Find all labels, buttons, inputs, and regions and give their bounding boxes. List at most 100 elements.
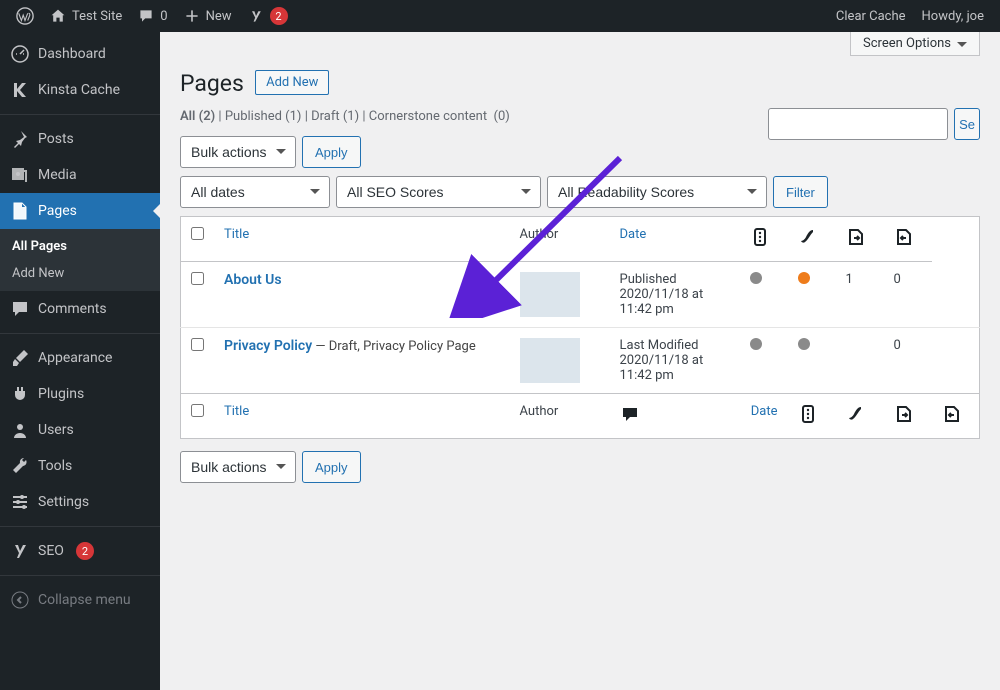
outgoing-links-icon: [894, 227, 914, 247]
row-status: Published: [620, 272, 677, 287]
menu-settings[interactable]: Settings: [0, 484, 160, 520]
page-title: Pages: [180, 70, 244, 97]
row-status: Last Modified: [620, 338, 699, 353]
menu-users[interactable]: Users: [0, 412, 160, 448]
incoming-links-icon: [846, 227, 866, 247]
pin-icon: [10, 129, 30, 149]
table-row: Privacy Policy — Draft, Privacy Policy P…: [181, 328, 980, 394]
row-date: 2020/11/18 at 11:42 pm: [620, 287, 704, 317]
user-icon: [10, 420, 30, 440]
readability-dot: [798, 272, 810, 284]
seo-score-dot: [750, 338, 762, 350]
seo-score-select[interactable]: All SEO Scores: [336, 176, 541, 208]
date-filter-select[interactable]: All dates: [180, 176, 330, 208]
seo-score-dot: [750, 272, 762, 284]
screen-options-toggle[interactable]: Screen Options: [850, 32, 980, 56]
outgoing-links-count: 0: [884, 262, 932, 328]
menu-seo[interactable]: SEO 2: [0, 533, 160, 569]
media-icon: [10, 165, 30, 185]
kinsta-icon: [10, 80, 30, 100]
outgoing-links-count: 0: [884, 328, 932, 394]
filter-all[interactable]: All (2): [180, 109, 215, 124]
filter-published[interactable]: Published (1): [225, 109, 302, 124]
adminbar-new-label: New: [206, 9, 232, 24]
yoast-icon: [10, 541, 30, 561]
col-author-foot: Author: [510, 394, 610, 439]
incoming-links-count: [836, 328, 884, 394]
yoast-icon: [248, 8, 264, 24]
menu-media[interactable]: Media: [0, 157, 160, 193]
col-date[interactable]: Date: [620, 227, 647, 242]
readability-icon: [798, 227, 818, 247]
author-thumb: [520, 338, 580, 383]
menu-comments[interactable]: Comments: [0, 291, 160, 327]
submenu-add-new[interactable]: Add New: [0, 260, 160, 287]
incoming-links-icon: [894, 404, 914, 424]
seo-score-icon: [750, 227, 770, 247]
menu-plugins[interactable]: Plugins: [0, 376, 160, 412]
table-row: About Us Published2020/11/18 at 11:42 pm…: [181, 262, 980, 328]
outgoing-links-icon: [942, 404, 962, 424]
row-title-suffix: — Draft, Privacy Policy Page: [312, 339, 476, 354]
col-title-foot[interactable]: Title: [224, 404, 249, 419]
readability-icon: [846, 404, 866, 424]
adminbar-new[interactable]: New: [176, 0, 240, 32]
wrench-icon: [10, 456, 30, 476]
adminbar-comments-count: 0: [160, 9, 167, 24]
brush-icon: [10, 348, 30, 368]
submenu-all-pages[interactable]: All Pages: [0, 233, 160, 260]
row-title-link[interactable]: Privacy Policy: [224, 338, 312, 354]
filter-cornerstone[interactable]: Cornerstone content (0): [369, 109, 510, 124]
menu-tools[interactable]: Tools: [0, 448, 160, 484]
select-all-bottom[interactable]: [191, 404, 204, 417]
readability-dot: [798, 338, 810, 350]
readability-select[interactable]: All Readability Scores: [547, 176, 767, 208]
collapse-menu[interactable]: Collapse menu: [0, 582, 160, 618]
menu-appearance[interactable]: Appearance: [0, 340, 160, 376]
site-name-label: Test Site: [72, 9, 122, 24]
collapse-icon: [10, 590, 30, 610]
filter-button[interactable]: Filter: [773, 176, 828, 208]
adminbar-comments[interactable]: 0: [130, 0, 175, 32]
col-date-foot[interactable]: Date: [751, 404, 778, 419]
row-checkbox[interactable]: [191, 272, 204, 285]
select-all-top[interactable]: [191, 227, 204, 240]
filter-draft[interactable]: Draft (1): [311, 109, 359, 124]
bulk-actions-select[interactable]: Bulk actions: [180, 136, 296, 168]
home-icon: [50, 8, 66, 24]
admin-sidebar: Dashboard Kinsta Cache Posts Media Pages…: [0, 32, 160, 690]
page-icon: [10, 201, 30, 221]
howdy-account[interactable]: Howdy, joe: [914, 0, 992, 32]
row-title-link[interactable]: About Us: [224, 272, 282, 288]
search-button[interactable]: Se: [954, 108, 980, 140]
row-checkbox[interactable]: [191, 338, 204, 351]
bulk-actions-select-bottom[interactable]: Bulk actions: [180, 451, 296, 483]
comments-col-icon: [620, 404, 640, 424]
sliders-icon: [10, 492, 30, 512]
incoming-links-count: 1: [836, 262, 884, 328]
adminbar-yoast[interactable]: 2: [240, 0, 296, 32]
clear-cache[interactable]: Clear Cache: [828, 0, 914, 32]
col-title[interactable]: Title: [224, 227, 249, 242]
add-new-button[interactable]: Add New: [255, 70, 329, 95]
site-name[interactable]: Test Site: [42, 0, 130, 32]
plug-icon: [10, 384, 30, 404]
menu-pages[interactable]: Pages: [0, 193, 160, 229]
yoast-badge: 2: [270, 7, 288, 25]
apply-button-top[interactable]: Apply: [302, 136, 361, 168]
row-date: 2020/11/18 at 11:42 pm: [620, 353, 704, 383]
col-author: Author: [510, 217, 610, 262]
menu-dashboard[interactable]: Dashboard: [0, 36, 160, 72]
dashboard-icon: [10, 44, 30, 64]
seo-count-badge: 2: [76, 542, 94, 560]
apply-button-bottom[interactable]: Apply: [302, 451, 361, 483]
search-input[interactable]: [768, 108, 948, 140]
plus-icon: [184, 8, 200, 24]
wp-logo[interactable]: [8, 0, 42, 32]
menu-kinsta[interactable]: Kinsta Cache: [0, 72, 160, 108]
author-thumb: [520, 272, 580, 317]
seo-score-icon: [798, 404, 818, 424]
chevron-down-icon: [957, 42, 967, 52]
comment-icon: [10, 299, 30, 319]
menu-posts[interactable]: Posts: [0, 121, 160, 157]
